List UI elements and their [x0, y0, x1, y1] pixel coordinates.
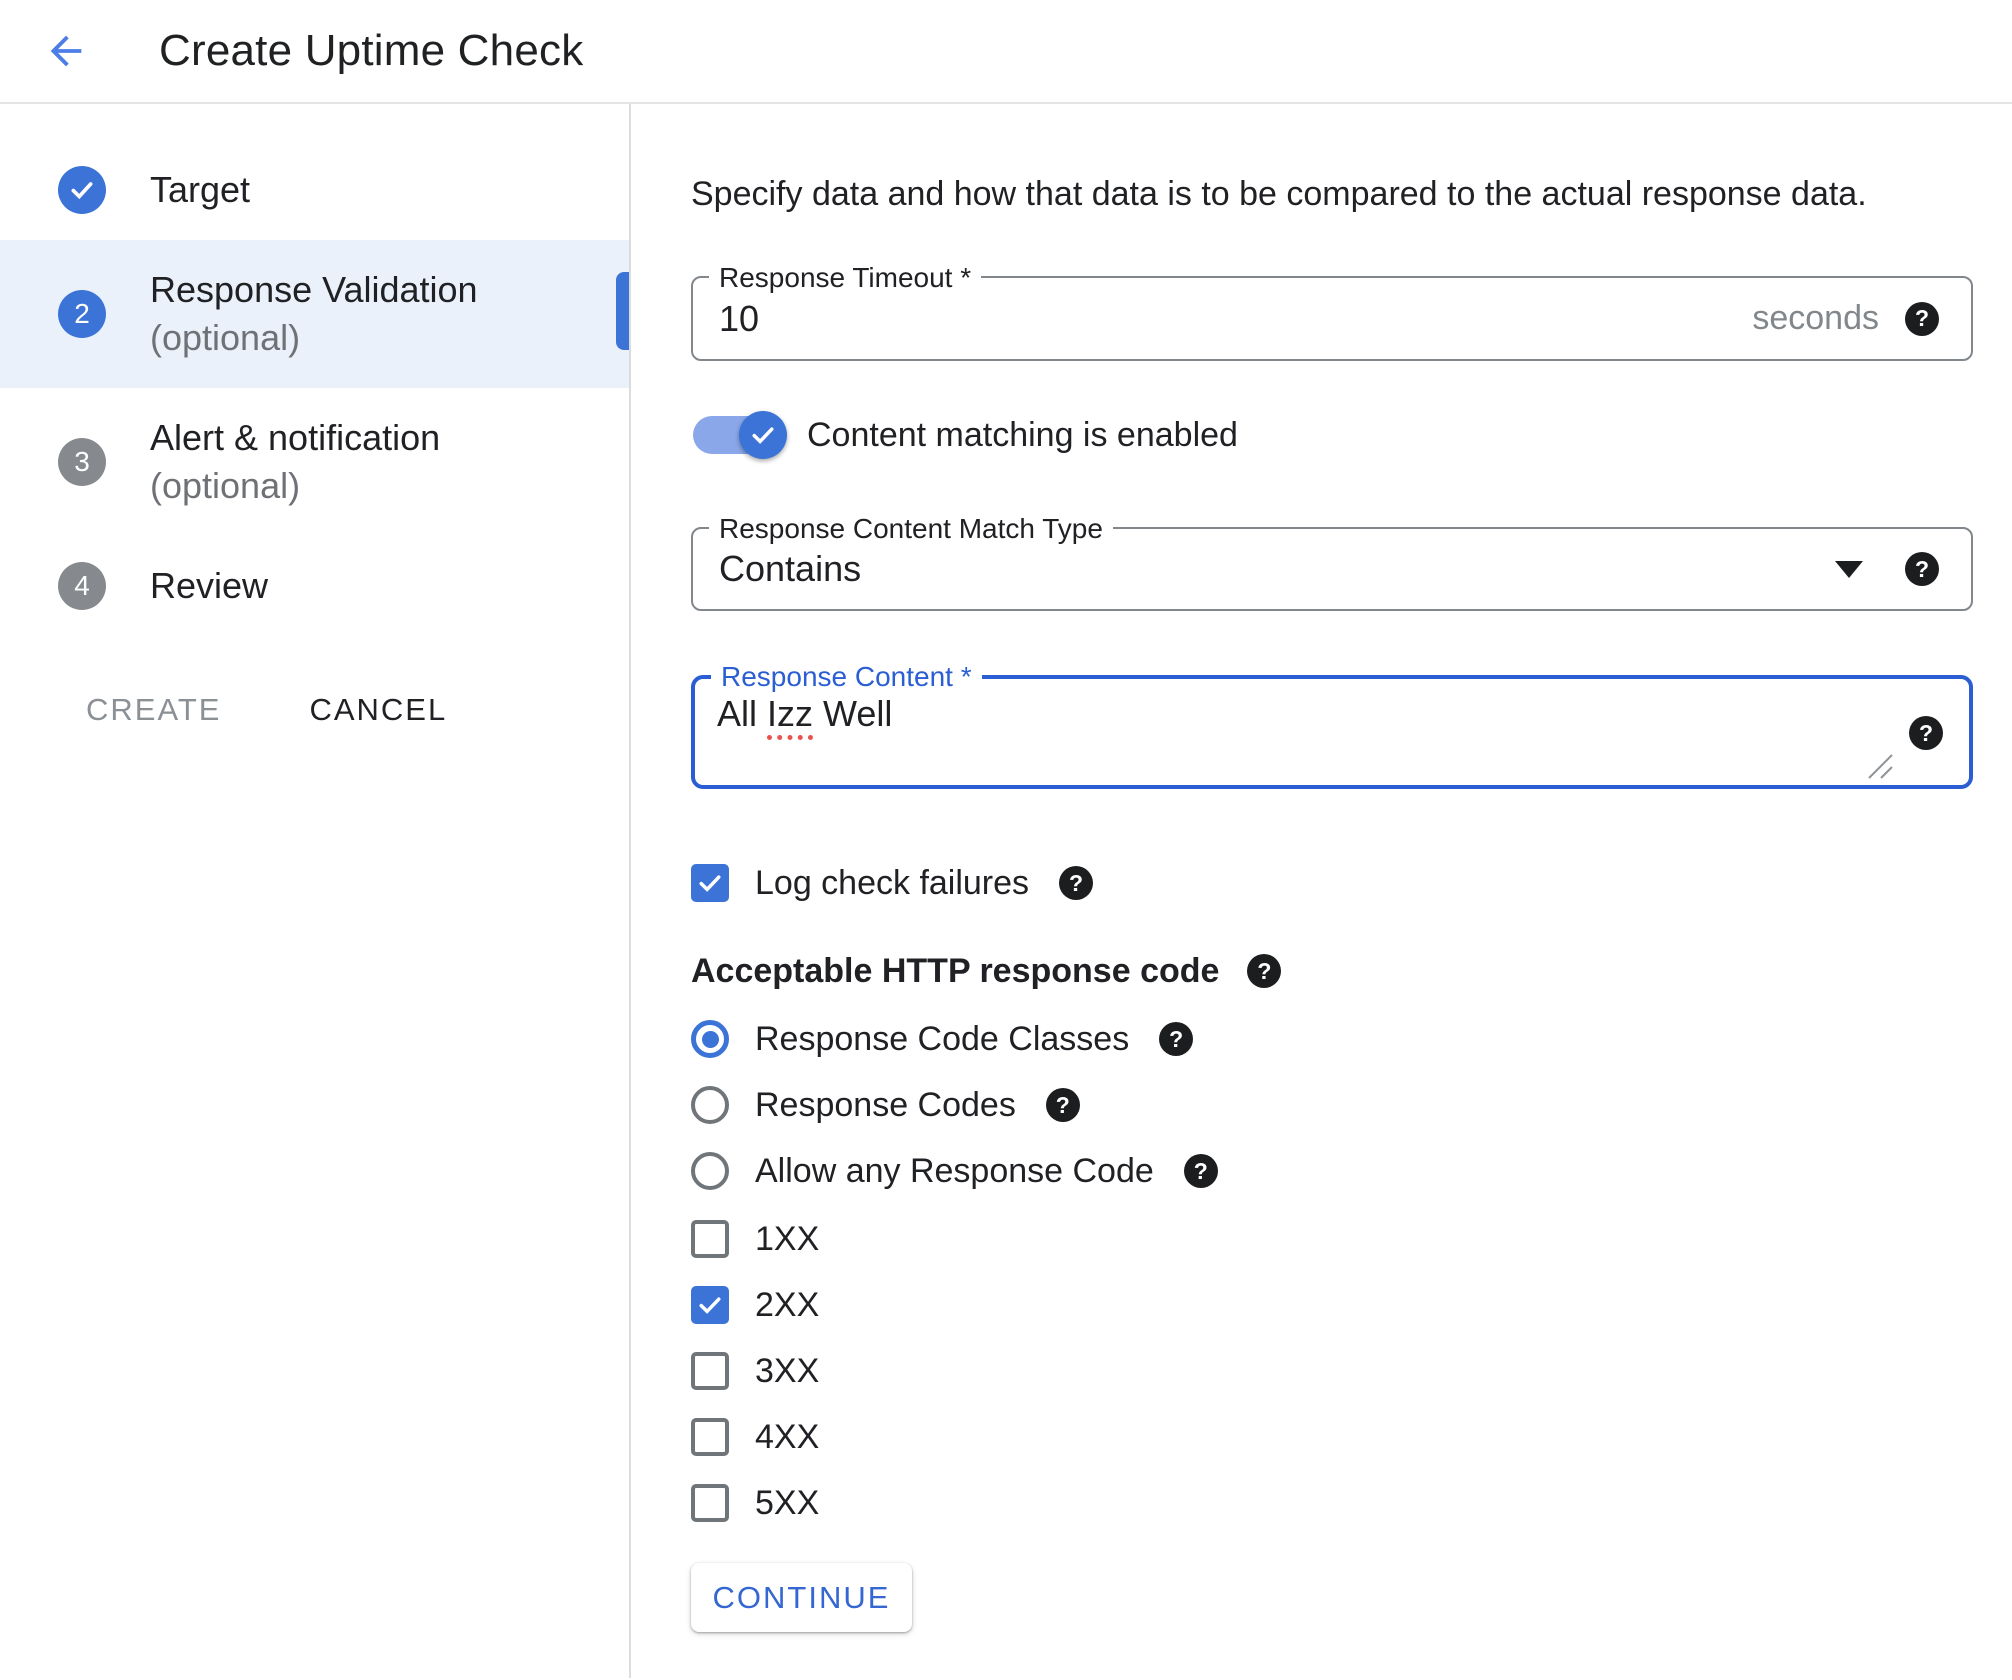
check-icon	[696, 1291, 724, 1319]
checkbox-row: 4XX	[691, 1413, 1973, 1461]
help-icon[interactable]: ?	[1059, 866, 1093, 900]
check-icon	[69, 177, 95, 203]
http-response-code-heading: Acceptable HTTP response code ?	[691, 951, 1973, 991]
checkbox-row: 5XX	[691, 1479, 1973, 1527]
response-timeout-field: Response Timeout * seconds ?	[691, 276, 1973, 361]
back-arrow-icon[interactable]	[43, 28, 89, 74]
checkbox-row: 2XX	[691, 1281, 1973, 1329]
radio-row: Allow any Response Code ?	[691, 1147, 1973, 1195]
checkbox-label[interactable]: 4XX	[755, 1418, 819, 1457]
content-matching-toggle[interactable]	[693, 416, 781, 454]
help-icon[interactable]: ?	[1159, 1022, 1193, 1056]
checkbox-label[interactable]: 3XX	[755, 1352, 819, 1391]
textarea-resize-handle[interactable]	[1867, 753, 1893, 779]
log-check-failures-label[interactable]: Log check failures	[755, 864, 1029, 903]
heading-text: Acceptable HTTP response code	[691, 952, 1219, 991]
checkbox-row: 1XX	[691, 1215, 1973, 1263]
response-code-radio-group: Response Code Classes ? Response Codes ?…	[691, 1015, 1973, 1195]
checkbox-5xx[interactable]	[691, 1484, 729, 1522]
response-timeout-label: Response Timeout *	[709, 261, 981, 295]
continue-button[interactable]: CONTINUE	[691, 1563, 912, 1632]
sidebar-actions: CREATE CANCEL	[86, 692, 629, 728]
toggle-thumb-check-icon	[739, 411, 787, 459]
checkbox-3xx[interactable]	[691, 1352, 729, 1390]
step-label: Alert & notification	[150, 414, 440, 462]
response-content-label: Response Content *	[711, 660, 982, 694]
seconds-suffix: seconds	[1752, 299, 1879, 338]
help-icon[interactable]: ?	[1905, 302, 1939, 336]
step-target[interactable]: Target	[0, 140, 629, 240]
page-title: Create Uptime Check	[159, 26, 583, 76]
help-icon[interactable]: ?	[1909, 716, 1943, 750]
stepper-sidebar: Target 2 Response Validation (optional) …	[0, 104, 631, 1678]
checkbox-2xx[interactable]	[691, 1286, 729, 1324]
create-uptime-check-page: Create Uptime Check Target 2 Response Va…	[0, 0, 2012, 1680]
checkbox-label[interactable]: 1XX	[755, 1220, 819, 1259]
help-icon[interactable]: ?	[1905, 552, 1939, 586]
checkbox-4xx[interactable]	[691, 1418, 729, 1456]
response-content-field: Response Content * All Izz Well ?	[691, 675, 1973, 789]
radio-row: Response Codes ?	[691, 1081, 1973, 1129]
step-alert-notification[interactable]: 3 Alert & notification (optional)	[0, 388, 629, 536]
cancel-button[interactable]: CANCEL	[309, 692, 447, 728]
checkbox-1xx[interactable]	[691, 1220, 729, 1258]
dropdown-arrow-icon[interactable]	[1835, 561, 1863, 578]
radio-label[interactable]: Response Codes	[755, 1086, 1016, 1125]
match-type-label: Response Content Match Type	[709, 512, 1113, 546]
response-code-classes-radio[interactable]	[691, 1020, 729, 1058]
log-check-failures-row: Log check failures ?	[691, 859, 1973, 907]
response-content-text: All	[717, 693, 767, 734]
arrow-back-icon	[43, 28, 89, 74]
checkbox-label[interactable]: 5XX	[755, 1484, 819, 1523]
allow-any-response-code-radio[interactable]	[691, 1152, 729, 1190]
content-matching-label: Content matching is enabled	[807, 416, 1238, 455]
step-sublabel: (optional)	[150, 314, 478, 362]
checkbox-label[interactable]: 2XX	[755, 1286, 819, 1325]
active-step-indicator	[616, 272, 629, 350]
match-type-value: Contains	[719, 548, 1835, 590]
radio-label[interactable]: Response Code Classes	[755, 1020, 1129, 1059]
check-icon	[749, 421, 777, 449]
step-complete-check-icon	[58, 166, 106, 214]
match-type-field[interactable]: Response Content Match Type Contains ?	[691, 527, 1973, 611]
help-icon[interactable]: ?	[1184, 1154, 1218, 1188]
log-check-failures-checkbox[interactable]	[691, 864, 729, 902]
response-code-class-checkboxes: 1XX 2XX 3XX 4XX	[691, 1215, 1973, 1527]
check-icon	[696, 869, 724, 897]
misspelled-word: Izz	[767, 693, 813, 734]
step-label: Target	[150, 166, 250, 214]
radio-label[interactable]: Allow any Response Code	[755, 1152, 1154, 1191]
help-icon[interactable]: ?	[1247, 954, 1281, 988]
response-timeout-input[interactable]	[719, 298, 1752, 340]
body: Target 2 Response Validation (optional) …	[0, 104, 2012, 1678]
step-number-badge: 2	[58, 290, 106, 338]
step-review[interactable]: 4 Review	[0, 536, 629, 636]
checkbox-row: 3XX	[691, 1347, 1973, 1395]
help-icon[interactable]: ?	[1046, 1088, 1080, 1122]
form-intro-text: Specify data and how that data is to be …	[691, 174, 1973, 214]
radio-row: Response Code Classes ?	[691, 1015, 1973, 1063]
response-codes-radio[interactable]	[691, 1086, 729, 1124]
create-button[interactable]: CREATE	[86, 692, 221, 728]
step-label: Response Validation	[150, 266, 478, 314]
response-content-text: Well	[813, 693, 892, 734]
step-label: Review	[150, 562, 268, 610]
step-number-badge: 4	[58, 562, 106, 610]
response-validation-form: Specify data and how that data is to be …	[631, 104, 2012, 1678]
content-matching-row: Content matching is enabled	[691, 409, 1973, 461]
step-number-badge: 3	[58, 438, 106, 486]
header: Create Uptime Check	[0, 0, 2012, 104]
step-sublabel: (optional)	[150, 462, 440, 510]
step-response-validation[interactable]: 2 Response Validation (optional)	[0, 240, 629, 388]
